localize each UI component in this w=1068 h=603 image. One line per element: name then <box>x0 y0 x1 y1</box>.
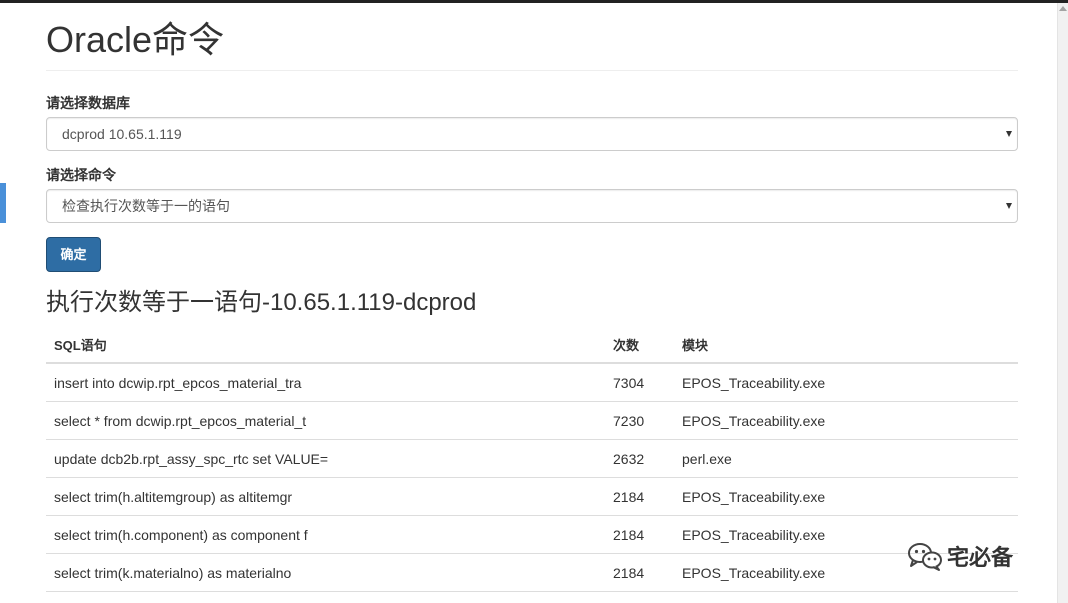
cell-count: 2184 <box>605 515 674 554</box>
column-header-count: 次数 <box>605 326 674 364</box>
cell-count: 2184 <box>605 553 674 592</box>
watermark: 宅必备 <box>907 540 1013 572</box>
cell-module: EPOS_Traceability.exe <box>674 363 1018 402</box>
wechat-icon <box>908 543 942 571</box>
table-row: select trim(h.altitemgroup) as altitemgr… <box>46 477 1018 516</box>
scroll-up-arrow-icon[interactable] <box>1059 6 1067 11</box>
command-select[interactable]: 检查执行次数等于一的语句 <box>46 189 1018 223</box>
cell-sql: select trim(h.altitemgroup) as altitemgr <box>46 477 605 516</box>
command-select-value: 检查执行次数等于一的语句 <box>62 198 230 214</box>
cell-module: EPOS_Traceability.exe <box>674 401 1018 440</box>
database-select[interactable]: dcprod 10.65.1.119 <box>46 117 1018 151</box>
cell-count: 7230 <box>605 401 674 440</box>
database-select-value: dcprod 10.65.1.119 <box>62 126 182 142</box>
table-header-row: SQL语句 次数 模块 <box>46 326 1018 364</box>
database-label: 请选择数据库 <box>46 95 130 111</box>
command-label: 请选择命令 <box>46 167 116 183</box>
chevron-down-icon <box>1006 131 1012 137</box>
cell-sql: select * from dcwip.rpt_epcos_material_t <box>46 401 605 440</box>
table-row: select trim(h.component) as component f … <box>46 515 1018 554</box>
cell-sql: update dcb2b.rpt_assy_spc_rtc set VALUE= <box>46 439 605 478</box>
cell-count: 2184 <box>605 477 674 516</box>
watermark-text: 宅必备 <box>947 545 1014 570</box>
table-row: select trim(k.materialno) as materialno … <box>46 553 1018 592</box>
column-header-module: 模块 <box>674 326 1018 364</box>
side-tab-indicator[interactable] <box>0 183 6 223</box>
cell-module: EPOS_Traceability.exe <box>674 477 1018 516</box>
table-row: insert into dcwip.rpt_epcos_material_tra… <box>46 363 1018 402</box>
result-table: SQL语句 次数 模块 insert into dcwip.rpt_epcos_… <box>46 326 1018 592</box>
cell-count: 7304 <box>605 363 674 402</box>
cell-sql: select trim(k.materialno) as materialno <box>46 553 605 592</box>
main-container: Oracle命令 请选择数据库 dcprod 10.65.1.119 请选择命令… <box>46 0 1018 592</box>
confirm-button[interactable]: 确定 <box>46 237 101 272</box>
vertical-scrollbar[interactable] <box>1057 3 1068 603</box>
chevron-down-icon <box>1006 203 1012 209</box>
cell-sql: insert into dcwip.rpt_epcos_material_tra <box>46 363 605 402</box>
cell-module: perl.exe <box>674 439 1018 478</box>
page-title: Oracle命令 <box>46 19 225 60</box>
cell-count: 2632 <box>605 439 674 478</box>
title-divider <box>46 70 1018 71</box>
cell-sql: select trim(h.component) as component f <box>46 515 605 554</box>
table-row: update dcb2b.rpt_assy_spc_rtc set VALUE=… <box>46 439 1018 478</box>
result-title: 执行次数等于一语句-10.65.1.119-dcprod <box>46 289 477 316</box>
column-header-sql: SQL语句 <box>46 326 605 364</box>
table-row: select * from dcwip.rpt_epcos_material_t… <box>46 401 1018 440</box>
